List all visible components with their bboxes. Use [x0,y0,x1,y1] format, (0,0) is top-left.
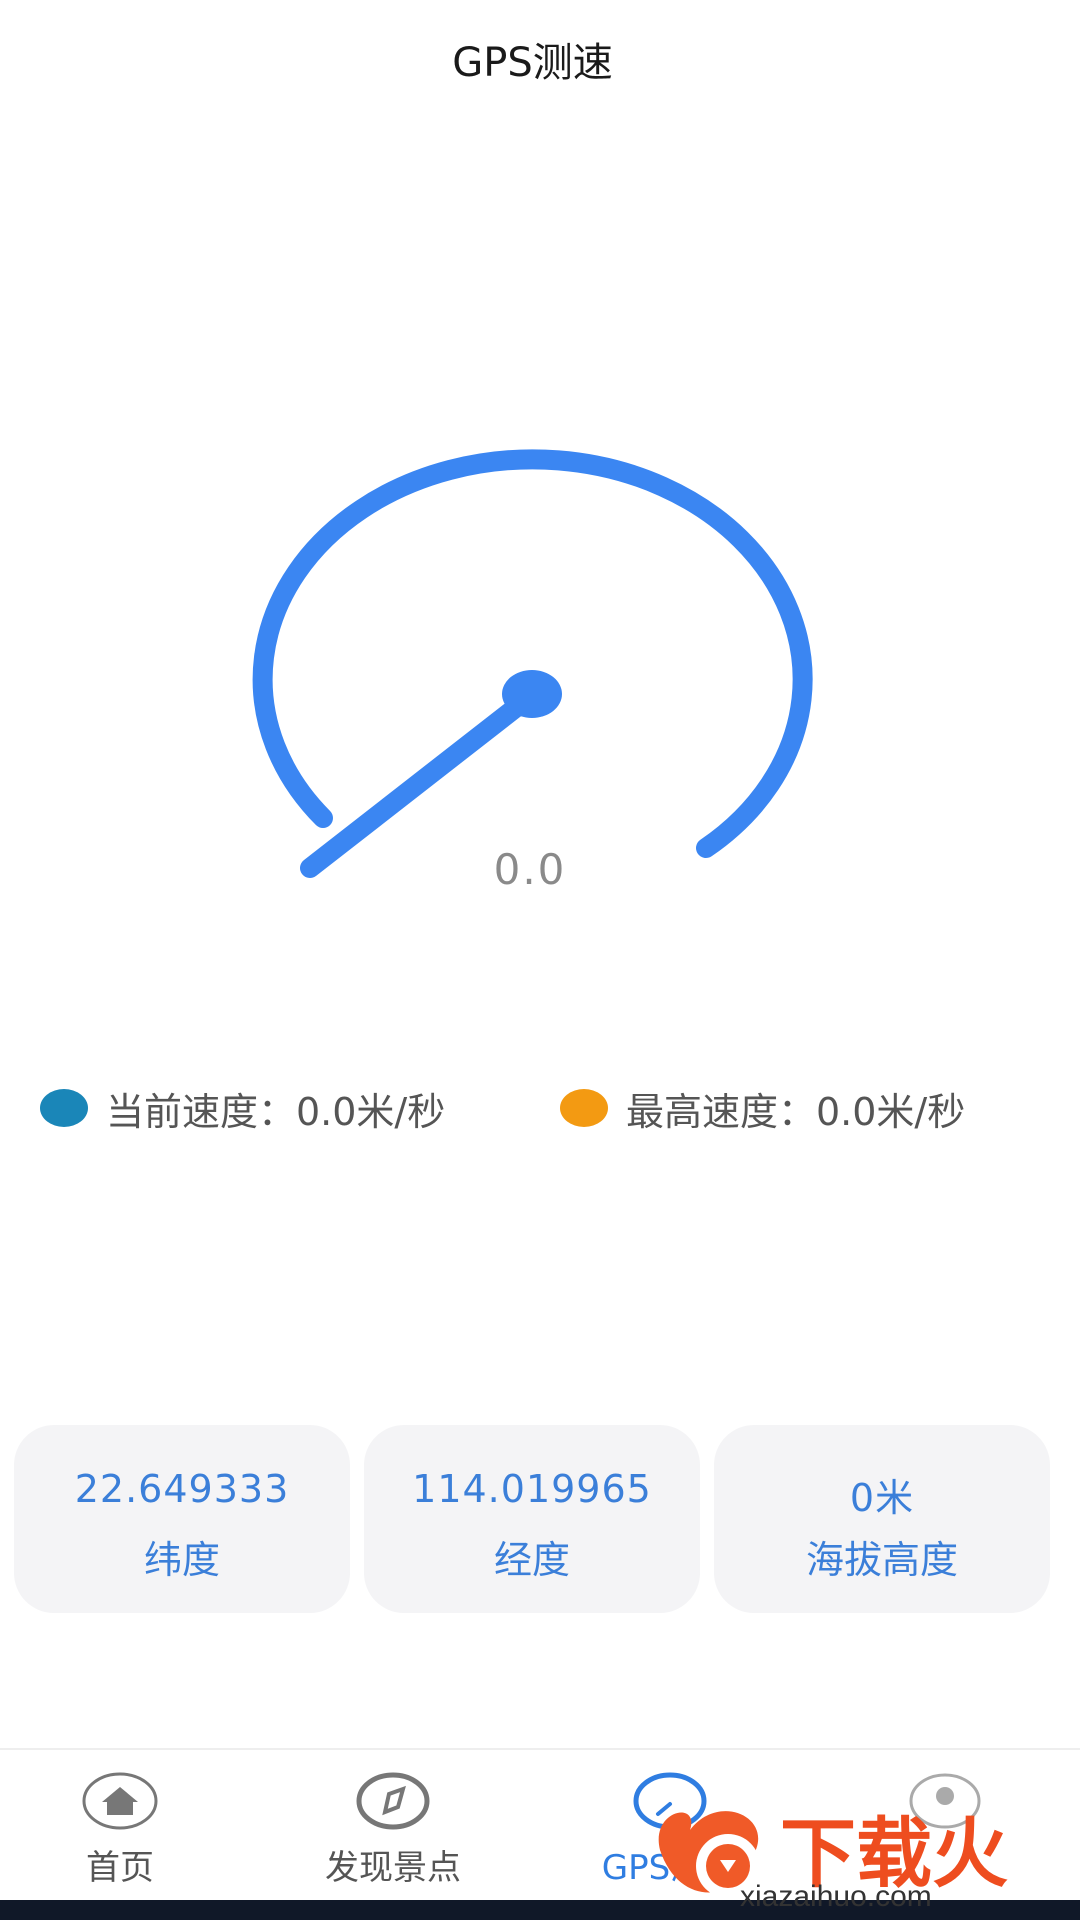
gauge-arc [252,449,813,858]
altitude-value: 0米 [849,1476,915,1520]
altitude-label: 海拔高度 [805,1538,958,1582]
max-speed-dot-icon [560,1089,608,1127]
gps-speed-screen: GPS测速 0.0 当前速度：0.0米/秒 最高速度：0.0米/秒 22.649… [0,0,1080,1920]
home-icon [82,1772,158,1830]
gauge-needle [300,685,542,878]
tab-home-label: 首页 [86,1848,154,1888]
altitude-card: 0米 海拔高度 [714,1425,1050,1613]
longitude-value: 114.019965 [412,1467,652,1511]
legend-current-speed: 当前速度：0.0米/秒 [40,1080,445,1136]
current-speed-value: 0.0 [493,845,567,894]
max-speed-label: 最高速度：0.0米/秒 [626,1089,966,1134]
location-info-cards: 22.649333 纬度 114.019965 经度 0米 海拔高度 [14,1425,1050,1613]
tab-discover[interactable]: 发现景点 [273,1750,513,1890]
current-speed-label: 当前速度：0.0米/秒 [106,1089,446,1134]
longitude-label: 经度 [493,1538,570,1582]
latitude-card: 22.649333 纬度 [14,1425,350,1613]
latitude-label: 纬度 [143,1538,220,1582]
latitude-value: 22.649333 [74,1467,290,1511]
longitude-card: 114.019965 经度 [364,1425,700,1613]
watermark-url: xiazaihuo.com [740,1880,932,1913]
current-speed-dot-icon [40,1089,88,1127]
tab-home[interactable]: 首页 [0,1750,240,1890]
speedometer-gauge [252,449,813,878]
gauge-hub [502,670,562,718]
legend-max-speed: 最高速度：0.0米/秒 [560,1080,965,1136]
compass-icon [356,1772,430,1830]
tab-discover-label: 发现景点 [325,1848,461,1888]
